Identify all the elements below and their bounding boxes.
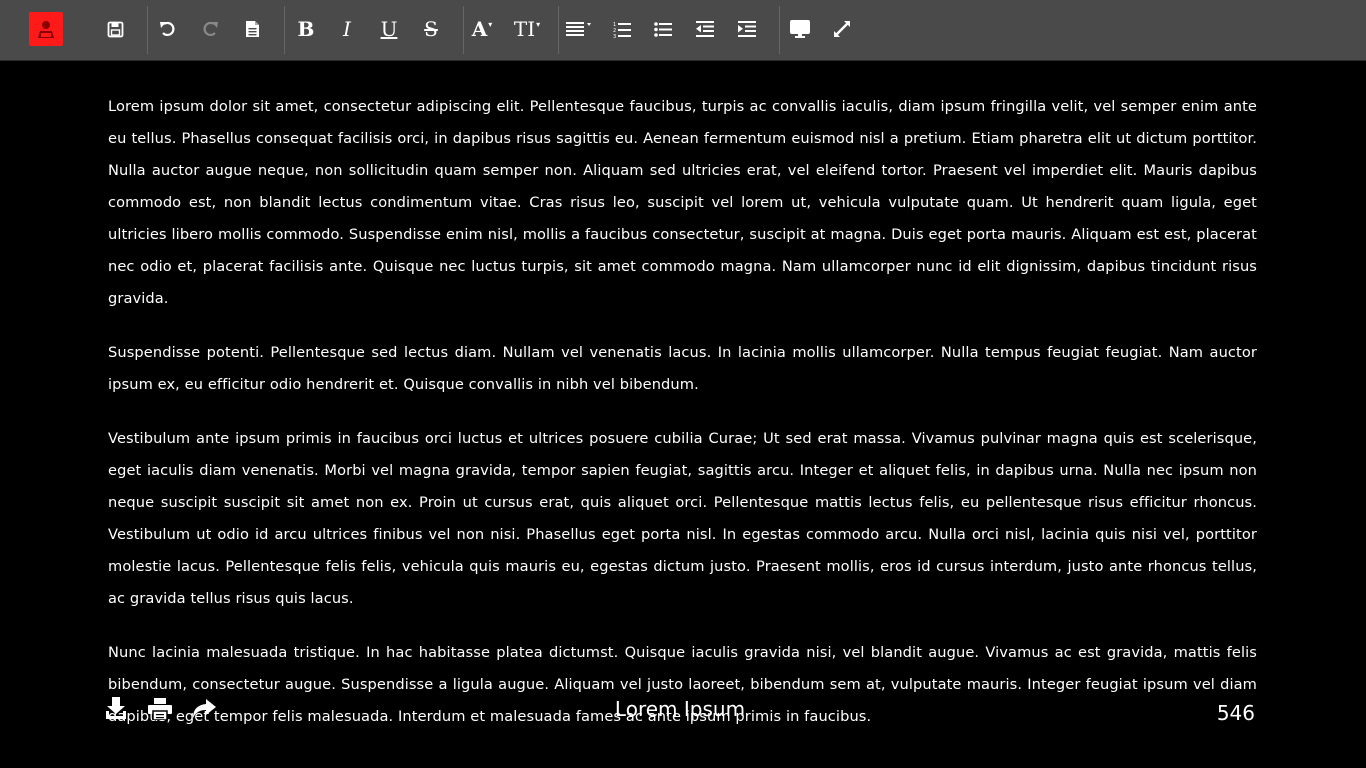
- document-title: Lorem Ipsum: [614, 697, 746, 721]
- italic-button[interactable]: I: [332, 14, 362, 44]
- text-height-icon: TI: [513, 17, 536, 41]
- expand-icon: [834, 21, 850, 37]
- underline-icon: U: [380, 17, 398, 41]
- unordered-list-icon: [654, 21, 672, 37]
- font-size-button[interactable]: A ▾: [467, 14, 497, 44]
- print-button[interactable]: [147, 698, 173, 724]
- toolbar-separator: [463, 6, 464, 54]
- redo-button[interactable]: [195, 14, 225, 44]
- ordered-list-icon: 123: [613, 21, 631, 38]
- paragraph: Lorem ipsum dolor sit amet, consectetur …: [108, 98, 1257, 307]
- align-button[interactable]: [563, 14, 595, 44]
- bold-icon: B: [297, 17, 315, 41]
- unordered-list-button[interactable]: [648, 14, 678, 44]
- save-button[interactable]: [100, 14, 130, 44]
- strikethrough-icon: S: [424, 17, 438, 41]
- share-button[interactable]: [191, 698, 217, 724]
- preview-button[interactable]: [785, 14, 815, 44]
- toolbar: B I U S A ▾ TI ▾ 123: [0, 0, 1366, 61]
- outdent-button[interactable]: [690, 14, 720, 44]
- download-button[interactable]: [103, 697, 129, 725]
- indent-button[interactable]: [732, 14, 762, 44]
- outdent-icon: [696, 21, 714, 37]
- undo-icon: [159, 20, 177, 38]
- document-body[interactable]: Lorem ipsum dolor sit amet, consectetur …: [108, 91, 1257, 755]
- toolbar-separator: [284, 6, 285, 54]
- paragraph: Vestibulum ante ipsum primis in faucibus…: [108, 430, 1257, 607]
- save-icon: [107, 21, 124, 38]
- align-icon: [566, 21, 592, 37]
- indent-icon: [738, 21, 756, 37]
- strikethrough-button[interactable]: S: [416, 14, 446, 44]
- share-icon: [192, 699, 216, 723]
- undo-button[interactable]: [153, 14, 183, 44]
- font-size-icon: A: [471, 17, 488, 41]
- new-document-button[interactable]: [237, 14, 267, 44]
- download-icon: [105, 697, 127, 725]
- toolbar-separator: [558, 6, 559, 54]
- word-count: 546: [1216, 701, 1255, 725]
- text-height-button[interactable]: TI ▾: [510, 14, 544, 44]
- ordered-list-button[interactable]: 123: [607, 14, 637, 44]
- redo-icon: [201, 20, 219, 38]
- bold-button[interactable]: B: [291, 14, 321, 44]
- paragraph: Suspendisse potenti. Pellentesque sed le…: [108, 344, 1257, 393]
- print-icon: [148, 698, 172, 724]
- toolbar-separator: [147, 6, 148, 54]
- chevron-down-icon: ▾: [536, 19, 541, 29]
- chevron-down-icon: ▾: [488, 19, 493, 29]
- svg-text:3: 3: [613, 34, 616, 38]
- fullscreen-button[interactable]: [827, 14, 857, 44]
- underline-button[interactable]: U: [374, 14, 404, 44]
- new-document-icon: [245, 20, 260, 38]
- italic-icon: I: [343, 17, 351, 41]
- monitor-icon: [790, 20, 810, 38]
- toolbar-separator: [779, 6, 780, 54]
- user-icon[interactable]: [29, 12, 63, 46]
